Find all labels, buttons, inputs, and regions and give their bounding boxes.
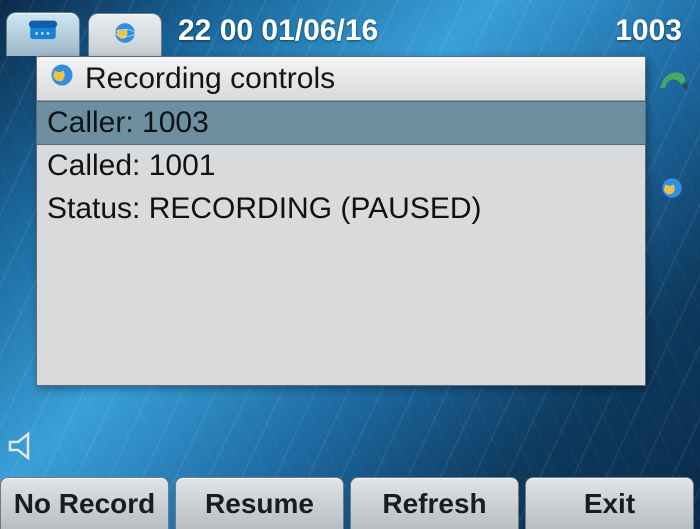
softkey-no-record[interactable]: No Record	[0, 477, 169, 529]
phone-screen: { "topbar": { "datetime": "22 00 01/06/1…	[0, 0, 700, 529]
row-caller[interactable]: Caller: 1003	[37, 101, 645, 145]
softkey-resume[interactable]: Resume	[175, 477, 344, 529]
softkey-exit[interactable]: Exit	[525, 477, 694, 529]
tab-phone[interactable]	[6, 12, 80, 56]
softkey-bar: No Record Resume Refresh Exit	[0, 477, 700, 529]
globe-icon	[108, 19, 142, 52]
recording-controls-window: Recording controls Caller: 1003 Called: …	[36, 56, 646, 386]
tab-world-active[interactable]	[88, 13, 162, 57]
softkey-refresh[interactable]: Refresh	[350, 477, 519, 529]
phone-icon	[26, 18, 60, 51]
status-dock	[648, 58, 696, 390]
window-title-text: Recording controls	[85, 62, 335, 96]
handset-offhook-icon	[652, 64, 692, 100]
clock-date: 22 00 01/06/16	[170, 14, 615, 56]
extension-number: 1003	[615, 14, 700, 56]
row-status[interactable]: Status: RECORDING (PAUSED)	[37, 188, 645, 231]
speaker-icon	[4, 426, 44, 471]
row-called[interactable]: Called: 1001	[37, 145, 645, 188]
window-title-bar: Recording controls	[37, 57, 645, 101]
globe-icon	[47, 60, 77, 98]
globe-status-icon	[652, 170, 692, 206]
top-bar: 22 00 01/06/16 1003	[0, 0, 700, 56]
